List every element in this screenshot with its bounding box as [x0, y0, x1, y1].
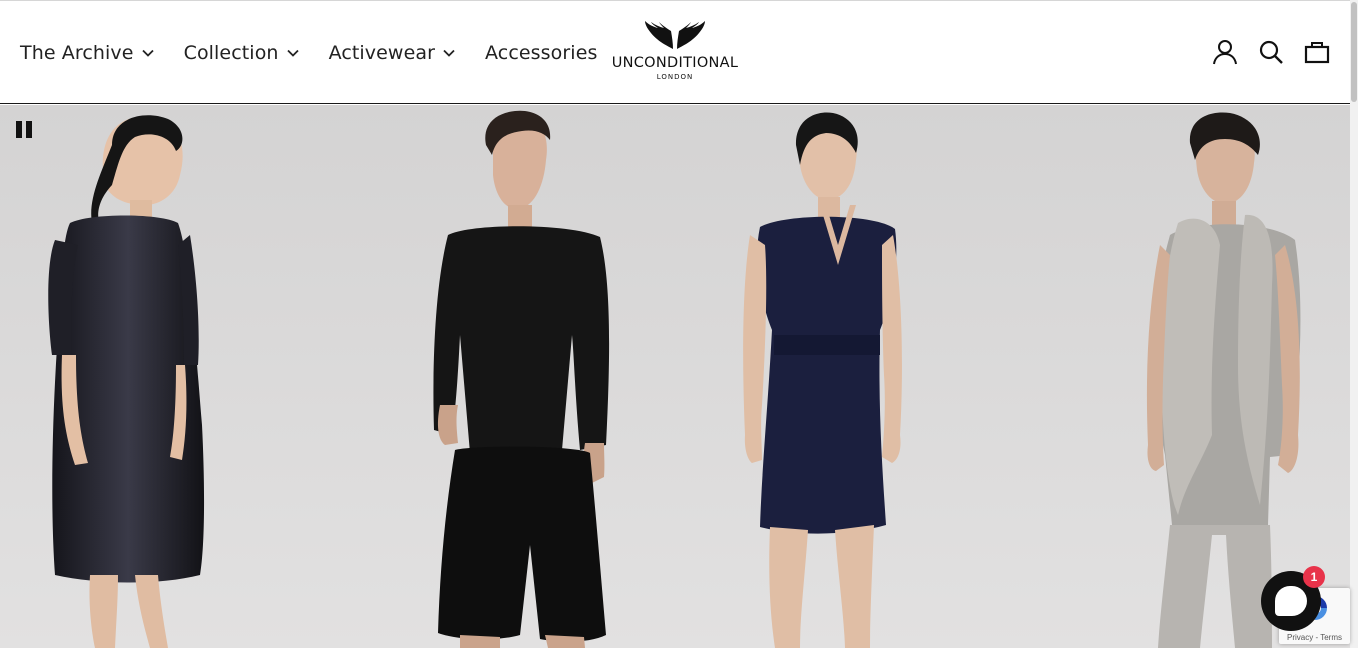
nav-item-the-archive[interactable]: The Archive	[20, 42, 156, 64]
chevron-down-icon	[443, 49, 455, 57]
page-scrollbar[interactable]	[1350, 0, 1358, 648]
cart-icon[interactable]	[1304, 39, 1330, 65]
brand-logo[interactable]: UNCONDITIONAL LONDON	[600, 19, 750, 89]
nav-item-accessories[interactable]: Accessories	[485, 42, 597, 64]
nav-item-collection[interactable]: Collection	[184, 42, 301, 64]
slideshow-pause-button[interactable]	[16, 121, 34, 139]
terms-link[interactable]: Terms	[1320, 633, 1342, 642]
brand-name: UNCONDITIONAL	[611, 55, 739, 71]
main-nav: The Archive Collection Activewear Access…	[20, 1, 597, 104]
header-actions	[1212, 39, 1330, 65]
chat-unread-badge: 1	[1303, 566, 1325, 588]
chevron-down-icon	[286, 49, 299, 57]
nav-item-label: Activewear	[328, 41, 436, 64]
scrollbar-thumb[interactable]	[1351, 2, 1357, 102]
privacy-link[interactable]: Privacy	[1287, 633, 1313, 642]
search-icon[interactable]	[1258, 39, 1284, 65]
chevron-down-icon	[141, 49, 154, 57]
wings-logo-icon	[645, 21, 705, 49]
nav-item-activewear[interactable]: Activewear	[329, 42, 457, 64]
pause-icon	[26, 121, 32, 138]
hero-slideshow[interactable]	[0, 105, 1350, 648]
hero-image	[0, 105, 1350, 648]
recaptcha-links: Privacy - Terms	[1279, 633, 1350, 642]
nav-item-label: Accessories	[485, 41, 598, 64]
site-header: The Archive Collection Activewear Access…	[0, 1, 1350, 104]
nav-item-label: Collection	[183, 41, 279, 64]
chat-bubble-icon	[1275, 586, 1307, 616]
pause-icon	[16, 121, 22, 138]
nav-item-label: The Archive	[20, 41, 134, 64]
account-icon[interactable]	[1212, 39, 1238, 65]
brand-location: LONDON	[656, 73, 694, 81]
